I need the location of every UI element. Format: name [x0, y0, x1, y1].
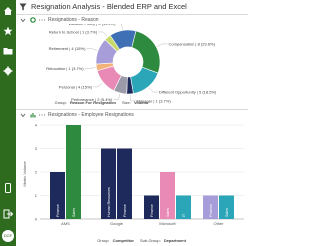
- collapse-icon[interactable]: [20, 17, 26, 23]
- donut-panel-title: Resignations - Reason: [48, 17, 99, 23]
- donut-size-value: Volume: [134, 100, 149, 105]
- bar-panel-title: Resignations - Employee Resignations: [48, 112, 134, 118]
- y-tick-label: 1: [35, 193, 38, 198]
- y-axis-label: Metric Volume: [22, 161, 27, 187]
- y-tick-label: 0: [35, 217, 38, 222]
- donut-slice-label: Personal | 4 (15%): [59, 84, 93, 89]
- mobile-icon[interactable]: [3, 183, 13, 193]
- donut-slice-label: Different Opportunity | 5 (18.5%): [159, 89, 217, 94]
- bar-label: Finance: [123, 204, 127, 217]
- donut-leader-line: [157, 43, 168, 47]
- donut-slice-label: Vacation Policy | 4 (11.5%): [68, 24, 116, 26]
- donut-slice-label: Compensation | 8 (29.6%): [169, 41, 216, 46]
- y-tick-label: 4: [35, 123, 38, 128]
- sidebar: DGF: [0, 0, 16, 246]
- bar-label: Human Resources: [107, 187, 111, 217]
- donut-size-label: Size:: [122, 100, 131, 105]
- bar[interactable]: [66, 125, 81, 219]
- star-icon[interactable]: [3, 26, 13, 36]
- home-icon[interactable]: [3, 6, 13, 16]
- top-header: Resignation Analysis - Blended ERP and E…: [16, 0, 248, 15]
- more-icon[interactable]: [38, 112, 46, 118]
- donut-slice-label: Relocation | 1 (3.7%): [46, 66, 84, 71]
- x-tick-label: Microsoft: [159, 221, 176, 226]
- donut-group-value: Reason For Resignation: [70, 100, 117, 105]
- bar-panel-header: Resignations - Employee Resignations: [16, 111, 248, 119]
- x-tick-label: Google: [110, 221, 124, 226]
- donut-group-label: Group:: [55, 100, 67, 105]
- bar-group-value: Competitor: [113, 238, 135, 243]
- donut-chart: Compensation | 8 (29.6%) Different Opport…: [46, 24, 217, 105]
- bar-label: Finance: [56, 204, 60, 217]
- x-tick-label: AMS: [61, 221, 70, 226]
- y-tick-label: 2: [35, 170, 38, 175]
- page-title: Resignation Analysis - Blended ERP and E…: [31, 2, 187, 11]
- bar-subgroup-label: Sub-Group:: [140, 238, 161, 243]
- donut-chart-icon: [30, 16, 36, 23]
- donut-slice-label: Retirement | 4 (15%): [49, 46, 86, 51]
- collapse-icon[interactable]: [20, 112, 26, 118]
- bar-label: Sales: [166, 208, 170, 217]
- donut-leader-line: [84, 67, 96, 69]
- bar-label: Finance: [150, 204, 154, 217]
- panel-divider: [16, 109, 248, 110]
- bar-label: Sales: [225, 208, 229, 217]
- donut-slice-label: Return to School | 1 (3.7%): [49, 29, 98, 34]
- y-tick-label: 3: [35, 146, 38, 151]
- donut-leader-line: [113, 93, 121, 100]
- donut-panel-header: Resignations - Reason: [16, 16, 248, 24]
- bar-subgroup-value: Department: [164, 238, 187, 243]
- donut-leader-line: [98, 31, 108, 37]
- donut-leader-line: [121, 24, 123, 30]
- donut-slice[interactable]: [131, 30, 161, 74]
- donut-leader-line: [92, 82, 103, 88]
- donut-leader-line: [148, 87, 158, 93]
- folder-icon[interactable]: [3, 46, 13, 56]
- bar-label: Finance: [209, 204, 213, 217]
- bar-chart: Metric Volume 0 1 2 3 4 Finance Sales Human Re…: [22, 123, 244, 243]
- logout-icon[interactable]: [3, 209, 13, 219]
- bar-chart-icon: [30, 112, 36, 117]
- more-icon[interactable]: [38, 17, 46, 23]
- x-tick-label: Other: [213, 221, 224, 226]
- svg-text:Group: Reason For Resignat: Group: Reason For Resignation: [55, 100, 117, 105]
- svg-text:Size: Volume: Size: Volume: [122, 100, 149, 105]
- gear-icon[interactable]: [3, 66, 13, 76]
- bar-label: Sales: [72, 208, 76, 217]
- avatar[interactable]: DGF: [2, 230, 14, 242]
- svg-text:Sub-Group: Department: Sub-Group: Department: [140, 238, 187, 243]
- bar-group-label: Group:: [97, 238, 109, 243]
- donut-leader-line: [86, 48, 98, 51]
- filter-icon[interactable]: [19, 3, 27, 11]
- svg-text:Group: Competitor: Group: Competitor: [97, 238, 134, 243]
